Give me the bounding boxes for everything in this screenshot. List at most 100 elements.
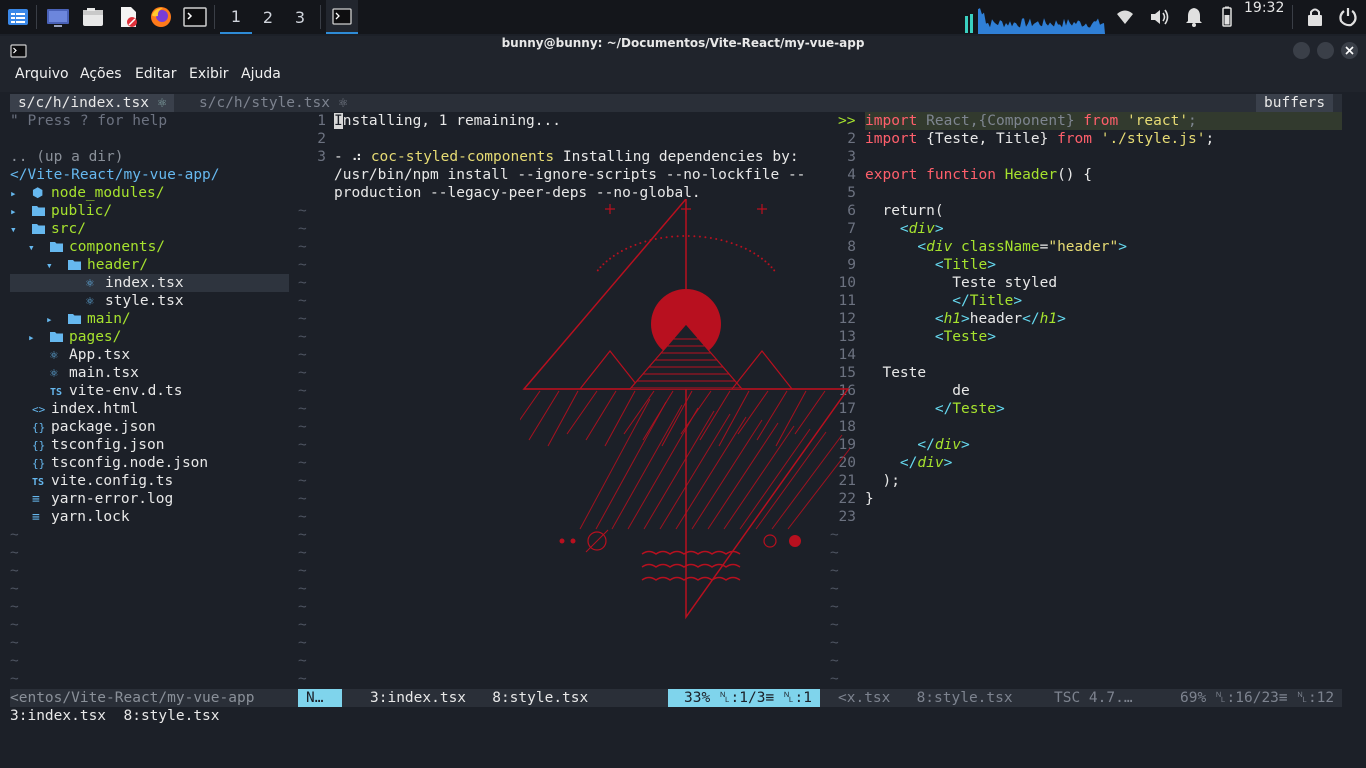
menubar: Arquivo Ações Editar Exibir Ajuda xyxy=(0,66,1366,92)
tree-item-label: App.tsx xyxy=(69,347,131,363)
clock[interactable]: 19:32 xyxy=(1244,0,1284,34)
code-token: Teste xyxy=(943,329,988,345)
expand-arrow-icon[interactable]: ▸ xyxy=(10,185,32,203)
battery-icon xyxy=(1222,6,1232,27)
code-token: > xyxy=(943,455,953,471)
code-token: export xyxy=(865,167,927,183)
empty-line-marker: ~ xyxy=(298,581,307,597)
tree-item[interactable]: TS vite-env.d.ts xyxy=(28,382,183,400)
tree-updir[interactable]: .. (up a dir) xyxy=(10,148,124,166)
code-token: import xyxy=(865,113,927,129)
expand-arrow-icon[interactable]: ▸ xyxy=(28,329,50,347)
tree-item[interactable]: TS vite.config.ts xyxy=(10,472,173,490)
bell-icon[interactable] xyxy=(1182,5,1206,29)
empty-line-marker: ~ xyxy=(298,491,307,507)
workspace-3[interactable]: 3 xyxy=(284,0,316,34)
tree-item[interactable]: ⚛ main.tsx xyxy=(28,364,139,382)
empty-line-marker: ~ xyxy=(298,329,307,345)
tab-style[interactable]: s/c/h/style.tsx ⚛ xyxy=(199,94,347,112)
power-icon[interactable] xyxy=(1336,5,1360,29)
code-line: import React,{Component} from 'react'; xyxy=(865,112,1197,130)
terminal-icon[interactable] xyxy=(183,5,207,29)
menu-ajuda[interactable]: Ajuda xyxy=(241,66,281,92)
react-icon: ⚛ xyxy=(86,294,94,309)
menu-editar[interactable]: Editar xyxy=(135,66,176,92)
task-terminal-window[interactable] xyxy=(326,0,358,34)
statusline-tsc: TSC 4.7.… xyxy=(1054,690,1133,706)
empty-line-marker: ~ xyxy=(298,563,307,579)
empty-line-marker: ~ xyxy=(10,581,19,597)
terminal-area[interactable]: s/c/h/index.tsx ⚛ s/c/h/style.tsx ⚛ buff… xyxy=(0,94,1366,768)
expand-arrow-icon[interactable]: ▾ xyxy=(28,239,50,257)
line-number: 3 xyxy=(317,149,326,165)
tree-item[interactable]: ⚛ index.tsx xyxy=(64,274,184,292)
tree-item[interactable]: ≡ yarn-error.log xyxy=(10,490,173,508)
close-icon xyxy=(1345,46,1354,55)
tree-item[interactable]: {} tsconfig.json xyxy=(10,436,165,454)
react-icon: ⚛ xyxy=(50,366,58,381)
tree-item[interactable]: ▸ main/ xyxy=(46,310,131,328)
code-token: de xyxy=(865,383,970,399)
line-number: 4 xyxy=(847,167,856,183)
statusline-position: 33% ␤:1/3≡ ␤:1 xyxy=(668,689,820,707)
terminal-window: bunny@bunny: ~/Documentos/Vite-React/my-… xyxy=(0,36,1366,768)
code-line: <Title> xyxy=(865,256,996,274)
tree-root[interactable]: </Vite-React/my-vue-app/ xyxy=(10,166,220,184)
statusline-path: <entos/Vite-React/my-vue-app xyxy=(10,690,255,706)
vim-cmdline[interactable]: 3:index.tsx 8:style.tsx xyxy=(10,707,220,725)
workspace-1[interactable]: 1 xyxy=(220,0,252,34)
expand-arrow-icon[interactable]: ▸ xyxy=(10,203,32,221)
code-token: } xyxy=(1065,113,1084,129)
expand-arrow-icon[interactable]: ▸ xyxy=(46,311,68,329)
empty-line-marker: ~ xyxy=(298,509,307,525)
tree-item[interactable]: {} tsconfig.node.json xyxy=(10,454,208,472)
code-line: </Teste> xyxy=(865,400,1005,418)
empty-line-marker: ~ xyxy=(298,365,307,381)
workspace-2[interactable]: 2 xyxy=(252,0,284,34)
output-line: /usr/bin/npm install --ignore-scripts --… xyxy=(334,167,806,183)
desktop-icon[interactable] xyxy=(46,5,70,29)
maximize-button[interactable] xyxy=(1317,42,1334,59)
close-button[interactable] xyxy=(1341,42,1358,59)
code-token: Title xyxy=(943,257,988,273)
menu-exibir[interactable]: Exibir xyxy=(189,66,229,92)
tree-item[interactable]: ▸ pages/ xyxy=(28,328,121,346)
expand-arrow-icon[interactable]: ▾ xyxy=(10,221,32,239)
file-manager-icon[interactable] xyxy=(81,5,105,29)
tree-item[interactable]: ▾ header/ xyxy=(46,256,148,274)
folder-icon xyxy=(68,310,87,328)
window-titlebar[interactable]: bunny@bunny: ~/Documentos/Vite-React/my-… xyxy=(0,36,1366,66)
volume-icon[interactable] xyxy=(1148,5,1172,29)
firefox-icon[interactable] xyxy=(149,5,173,29)
folder-icon xyxy=(50,328,69,346)
minimize-button[interactable] xyxy=(1293,42,1310,59)
tree-item[interactable]: ▸ public/ xyxy=(10,202,112,220)
expand-arrow-icon[interactable]: ▾ xyxy=(46,257,68,275)
tree-item[interactable]: {} package.json xyxy=(10,418,156,436)
code-token: > xyxy=(1118,239,1127,255)
taskbar-separator xyxy=(214,5,215,29)
tree-item[interactable]: ▸ ⬢ node_modules/ xyxy=(10,184,165,202)
wifi-icon[interactable] xyxy=(1113,5,1137,29)
code-token: </ xyxy=(865,455,918,471)
tree-item[interactable]: <> index.html xyxy=(10,400,138,418)
json-icon: {} xyxy=(32,421,46,434)
empty-line-marker: ~ xyxy=(298,383,307,399)
tree-item[interactable]: ▾ src/ xyxy=(10,220,86,238)
tab-index[interactable]: s/c/h/index.tsx ⚛ xyxy=(10,94,175,112)
tree-item[interactable]: ▾ components/ xyxy=(28,238,165,256)
tree-item[interactable]: ≡ yarn.lock xyxy=(10,508,130,526)
text-editor-icon[interactable] xyxy=(116,5,140,29)
tree-item[interactable]: ⚛ style.tsx xyxy=(64,292,184,310)
tree-item[interactable]: ⚛ App.tsx xyxy=(28,346,130,364)
app-menu-icon[interactable] xyxy=(6,5,30,29)
statusline-right-position: 69% ␤:16/23≡ ␤:12 xyxy=(1180,690,1335,706)
code-token: h1 xyxy=(943,311,962,327)
lock-icon[interactable] xyxy=(1303,5,1327,29)
menu-acoes[interactable]: Ações xyxy=(80,66,122,92)
react-icon: ⚛ xyxy=(50,348,58,363)
empty-line-marker: ~ xyxy=(10,635,19,651)
code-line: </Title> xyxy=(865,292,1022,310)
empty-line-marker: ~ xyxy=(298,419,307,435)
menu-arquivo[interactable]: Arquivo xyxy=(15,66,69,92)
